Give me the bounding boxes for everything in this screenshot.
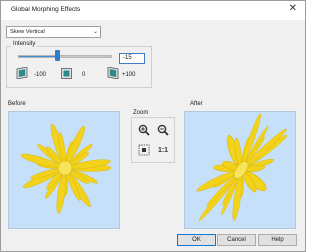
zoom-actual-size-button[interactable]: 1:1: [156, 143, 170, 157]
before-flower-center: [57, 160, 73, 176]
zoom-group: 1:1: [131, 117, 175, 163]
after-preview: [184, 111, 296, 229]
skew-left-icon: [16, 66, 28, 81]
before-label: Before: [8, 101, 26, 107]
intensity-min-label: -100: [34, 72, 47, 78]
after-label: After: [190, 101, 203, 107]
intensity-mid-label: 0: [82, 72, 86, 78]
close-icon[interactable]: ✕: [289, 4, 297, 14]
intensity-slider-fill: [19, 56, 59, 57]
intensity-label: Intensity: [11, 41, 38, 47]
intensity-max-label: +100: [122, 72, 136, 78]
effect-type-select[interactable]: Skew Vertical ⌄: [6, 26, 101, 38]
skew-right-icon: [107, 66, 119, 81]
title-bar: Global Morphing Effects ✕: [1, 1, 305, 20]
zoom-actual-size-label: 1:1: [157, 146, 169, 154]
zoom-out-icon[interactable]: [156, 123, 170, 137]
zoom-fit-icon[interactable]: [137, 143, 151, 157]
cancel-button[interactable]: Cancel: [217, 234, 256, 246]
zoom-in-icon[interactable]: [137, 123, 151, 137]
chevron-down-icon: ⌄: [92, 29, 98, 35]
intensity-input[interactable]: -15: [119, 53, 145, 64]
morphing-dialog: Global Morphing Effects ✕ Skew Vertical …: [0, 0, 306, 252]
intensity-slider-thumb[interactable]: [55, 50, 61, 61]
intensity-value: -15: [123, 55, 132, 61]
after-flower-image: [196, 113, 288, 221]
zoom-label: Zoom: [133, 110, 149, 116]
dialog-title: Global Morphing Effects: [11, 6, 81, 13]
effect-type-value: Skew Vertical: [10, 29, 45, 35]
intensity-slider-track[interactable]: [18, 55, 112, 58]
before-flower-image: [20, 123, 112, 214]
ok-button[interactable]: OK: [177, 234, 216, 246]
help-button[interactable]: Help: [258, 234, 297, 246]
no-skew-icon: [61, 68, 72, 81]
before-preview: [8, 111, 120, 229]
